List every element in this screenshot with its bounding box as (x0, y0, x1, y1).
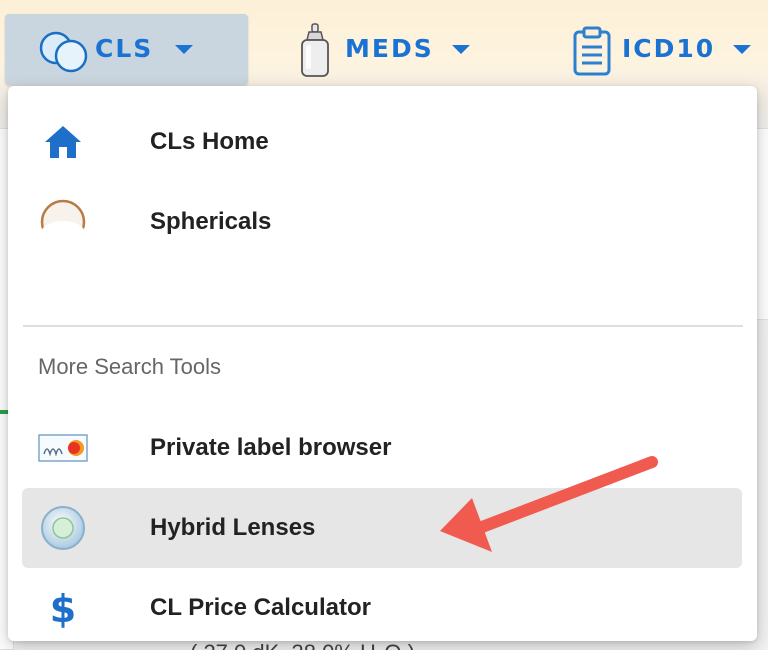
menu-item-label: Sphericals (150, 208, 272, 235)
menu-item-label: Private label browser (150, 434, 392, 461)
home-icon (38, 119, 88, 165)
dollar-icon: $ (38, 585, 88, 631)
contact-lens-icon (38, 30, 92, 74)
cls-dropdown-menu: CLs Home Sphericals More Search Tools Pr… (8, 86, 757, 641)
chevron-down-icon (733, 45, 751, 54)
top-navigation-bar: CLS MEDS ICD10 (0, 0, 768, 94)
menu-item-hybrid-lenses[interactable]: Hybrid Lenses (22, 488, 742, 568)
spherical-lens-icon (38, 199, 88, 245)
section-title-more-search-tools: More Search Tools (38, 354, 222, 379)
menu-item-sphericals[interactable]: Sphericals (22, 182, 742, 262)
background-accent-line (0, 410, 8, 414)
nav-meds-label: MEDS (345, 34, 434, 63)
menu-item-cls-home[interactable]: CLs Home (22, 102, 742, 182)
menu-item-private-label-browser[interactable]: Private label browser (22, 408, 742, 488)
menu-item-cl-price-calculator[interactable]: $ CL Price Calculator (22, 568, 742, 641)
clipboard-icon (572, 26, 612, 76)
nav-icd10-button[interactable]: ICD10 (562, 14, 762, 85)
background-lens-spec-text: ( 27.0 dK, 38.0% H₂O ) (190, 640, 415, 650)
menu-item-label: Hybrid Lenses (150, 514, 316, 541)
nav-cls-label: CLS (95, 34, 154, 63)
nav-cls-button[interactable]: CLS (5, 14, 248, 85)
menu-item-label: CLs Home (150, 128, 269, 155)
svg-text:$: $ (50, 587, 76, 630)
chevron-down-icon (452, 45, 470, 54)
private-label-icon (38, 425, 88, 471)
hybrid-lens-icon (38, 505, 88, 551)
nav-meds-button[interactable]: MEDS (290, 14, 490, 85)
menu-item-label: CL Price Calculator (150, 594, 371, 621)
nav-icd10-label: ICD10 (622, 34, 716, 63)
eye-drop-bottle-icon (298, 23, 332, 79)
chevron-down-icon (175, 45, 193, 54)
menu-divider (23, 325, 743, 327)
